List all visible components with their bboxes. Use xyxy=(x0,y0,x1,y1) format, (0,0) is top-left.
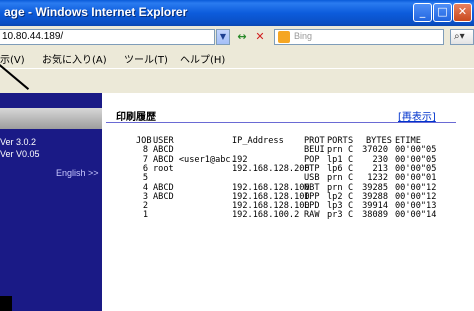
table-cell-user: ABCD xyxy=(153,191,174,202)
sidebar: Ver 3.0.2 Ver V0.05 English >> xyxy=(0,93,102,311)
menu-bar: 示(V) お気に入り(A) ツール(T) ヘルプ(H) xyxy=(0,48,474,68)
stop-icon: ✕ xyxy=(255,30,265,43)
search-placeholder: Bing xyxy=(294,31,313,41)
sidebar-bottom-mark xyxy=(0,296,12,311)
menu-tools[interactable]: ツール(T) xyxy=(124,51,168,66)
table-cell-job: 1 xyxy=(142,210,148,221)
table-cell-ip: 192.168.100.2 xyxy=(232,210,300,221)
window-title: age - Windows Internet Explorer xyxy=(4,5,188,19)
table-cell-user: root xyxy=(153,163,174,174)
title-bar: age - Windows Internet Explorer _ □ ✕ xyxy=(0,0,474,26)
minimize-button[interactable]: _ xyxy=(413,3,432,22)
maximize-button[interactable]: □ xyxy=(433,3,452,22)
address-bar-row: 10.80.44.189/ ▼ ↔ ✕ Bing ⌕▾ xyxy=(0,26,474,49)
sidebar-item-english-link[interactable]: English >> xyxy=(56,168,99,178)
table-cell-prot: RAW xyxy=(304,210,320,221)
page-title: 印刷履歴 xyxy=(116,112,156,123)
sidebar-item-version: Ver 3.0.2 xyxy=(0,137,37,147)
search-input[interactable]: Bing xyxy=(274,29,444,45)
refresh-button[interactable]: ↔ xyxy=(234,30,250,45)
stop-button[interactable]: ✕ xyxy=(252,30,268,45)
table-cell-etime: 00'00"14 xyxy=(395,210,437,221)
menu-help[interactable]: ヘルプ(H) xyxy=(180,51,225,66)
search-icon: ⌕▾ xyxy=(454,31,465,42)
maximize-icon: □ xyxy=(437,5,448,18)
column-header: IP_Address xyxy=(232,136,284,146)
refresh-link[interactable]: [再表示] xyxy=(398,108,436,123)
close-button[interactable]: ✕ xyxy=(453,3,472,22)
chevron-down-icon: ▼ xyxy=(219,32,227,41)
refresh-icon: ↔ xyxy=(237,30,247,43)
menu-view[interactable]: 示(V) xyxy=(0,51,25,66)
search-button[interactable]: ⌕▾ xyxy=(450,29,474,45)
close-icon: ✕ xyxy=(457,5,468,18)
table-cell-port: pr3 xyxy=(327,210,343,221)
sidebar-header-band xyxy=(0,108,102,129)
table-cell-bytes: 38089 xyxy=(362,210,388,221)
address-dropdown-button[interactable]: ▼ xyxy=(216,29,230,45)
table-cell-s: C xyxy=(348,210,354,221)
menu-favorites[interactable]: お気に入り(A) xyxy=(42,51,107,66)
address-field[interactable]: 10.80.44.189/ xyxy=(0,29,215,45)
minimize-icon: _ xyxy=(419,5,426,18)
heading-divider xyxy=(106,122,456,123)
table-cell-ip: 192.168.128.200 xyxy=(232,163,310,174)
toolbar-band xyxy=(0,68,474,94)
sidebar-item-version-2: Ver V0.05 xyxy=(0,149,40,159)
bing-icon xyxy=(278,31,290,43)
